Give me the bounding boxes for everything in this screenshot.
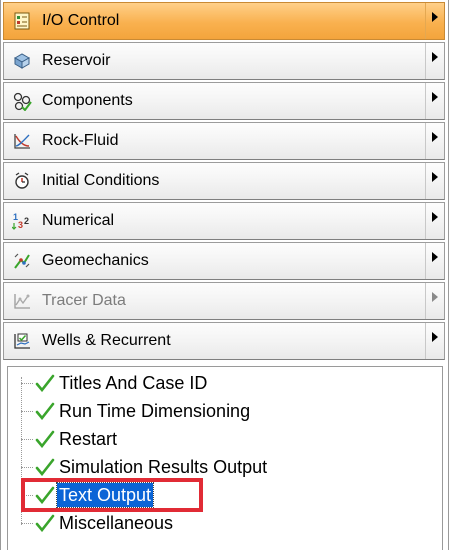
tree-item-simulation-results-output[interactable]: Simulation Results Output	[21, 454, 269, 480]
numerical-icon: 1 3 2	[10, 210, 34, 232]
tree-branch	[21, 438, 33, 440]
expand-arrow-button[interactable]	[425, 203, 444, 239]
svg-text:3: 3	[18, 220, 23, 230]
tree-branch	[21, 494, 33, 496]
chevron-right-icon	[432, 252, 438, 262]
tree-item-label: Simulation Results Output	[59, 457, 268, 477]
tree-branch	[21, 466, 33, 468]
section-label: Tracer Data	[42, 292, 126, 309]
expand-arrow-button[interactable]	[425, 323, 444, 359]
section-label: Components	[42, 92, 133, 109]
section-tracer-data[interactable]: Tracer Data	[3, 282, 445, 320]
io-control-icon	[10, 10, 34, 32]
expand-arrow-button[interactable]	[425, 123, 444, 159]
expand-arrow-button[interactable]	[425, 43, 444, 79]
initial-conditions-icon	[10, 170, 34, 192]
chevron-right-icon	[432, 292, 438, 302]
tree-navigation-panel: I/O Control Reservoir Components Rock-Fl…	[0, 0, 449, 550]
tree-item-titles-and-case-id[interactable]: Titles And Case ID	[21, 370, 209, 396]
tree-item-label: Run Time Dimensioning	[59, 401, 251, 421]
section-geomechanics[interactable]: Geomechanics	[3, 242, 445, 280]
section-label: Wells & Recurrent	[42, 332, 171, 349]
tree-branch	[21, 410, 33, 412]
green-check-icon	[35, 373, 57, 393]
section-label: Rock-Fluid	[42, 132, 119, 149]
tracer-data-icon	[10, 290, 34, 312]
chevron-right-icon	[432, 212, 438, 222]
io-control-tree: Titles And Case ID Run Time Dimensioning…	[7, 366, 443, 550]
section-reservoir[interactable]: Reservoir	[3, 42, 445, 80]
section-rock-fluid[interactable]: Rock-Fluid	[3, 122, 445, 160]
green-check-icon	[35, 485, 57, 505]
expand-arrow-button[interactable]	[425, 163, 444, 199]
green-check-icon	[35, 513, 57, 533]
components-icon	[10, 90, 34, 112]
expand-arrow-button[interactable]	[425, 283, 444, 319]
section-initial-conditions[interactable]: Initial Conditions	[3, 162, 445, 200]
chevron-right-icon	[432, 52, 438, 62]
section-label: Geomechanics	[42, 252, 149, 269]
green-check-icon	[35, 429, 57, 449]
section-wells-recurrent[interactable]: Wells & Recurrent	[3, 322, 445, 360]
tree-item-text-output[interactable]: Text Output	[21, 482, 155, 508]
svg-text:2: 2	[24, 216, 29, 226]
section-numerical[interactable]: 1 3 2 Numerical	[3, 202, 445, 240]
section-components[interactable]: Components	[3, 82, 445, 120]
green-check-icon	[35, 457, 57, 477]
expand-arrow-button[interactable]	[425, 3, 444, 39]
section-io-control[interactable]: I/O Control	[3, 2, 445, 40]
section-label: Initial Conditions	[42, 172, 160, 189]
tree-item-label: Restart	[59, 429, 118, 449]
reservoir-icon	[10, 50, 34, 72]
chevron-right-icon	[432, 132, 438, 142]
chevron-right-icon	[432, 12, 438, 22]
green-check-icon	[35, 401, 57, 421]
geomechanics-icon	[10, 250, 34, 272]
chevron-right-icon	[432, 172, 438, 182]
tree-item-label: Titles And Case ID	[59, 373, 208, 393]
tree-item-run-time-dimensioning[interactable]: Run Time Dimensioning	[21, 398, 252, 424]
expand-arrow-button[interactable]	[425, 83, 444, 119]
section-label: Numerical	[42, 212, 115, 229]
tree-item-miscellaneous[interactable]: Miscellaneous	[21, 510, 175, 536]
tree-item-label: Miscellaneous	[59, 513, 174, 533]
section-label: Reservoir	[42, 52, 111, 69]
expand-arrow-button[interactable]	[425, 243, 444, 279]
tree-branch	[21, 382, 33, 384]
tree-item-restart[interactable]: Restart	[21, 426, 119, 452]
tree-branch	[21, 522, 33, 524]
tree-item-label: Text Output	[55, 482, 155, 508]
wells-recurrent-icon	[10, 330, 34, 352]
chevron-right-icon	[432, 92, 438, 102]
section-label: I/O Control	[42, 12, 120, 29]
chevron-right-icon	[432, 332, 438, 342]
rock-fluid-icon	[10, 130, 34, 152]
